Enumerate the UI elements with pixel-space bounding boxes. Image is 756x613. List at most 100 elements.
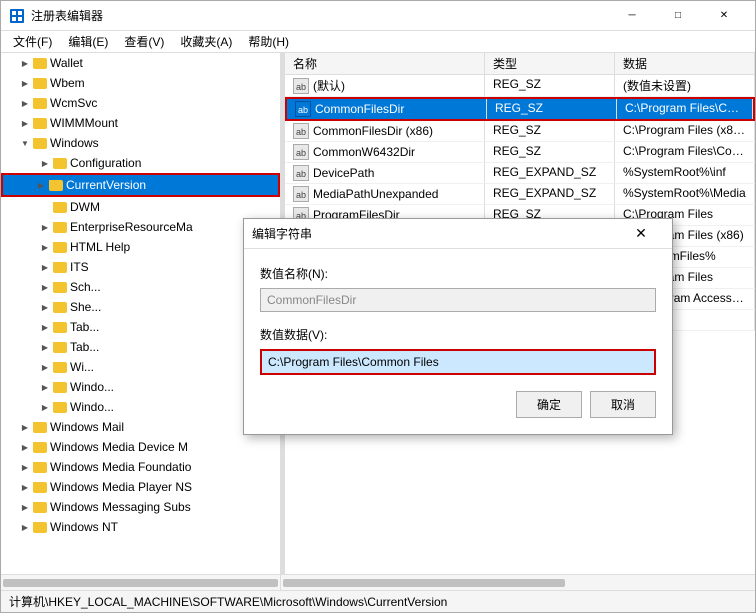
- titlebar: 注册表编辑器 ─ □ ✕: [1, 1, 755, 31]
- registry-tree[interactable]: ▶ Wallet ▶ Wbem ▶ WcmSvc ▶: [1, 53, 281, 574]
- tree-item-windows-messaging[interactable]: ▶ Windows Messaging Subs: [1, 497, 280, 517]
- tree-item-windows-nt[interactable]: ▶ Windows NT: [1, 517, 280, 537]
- expand-icon: ▶: [37, 239, 53, 255]
- tree-label-currentversion: CurrentVersion: [66, 178, 146, 192]
- dialog-close-button[interactable]: ✕: [618, 219, 664, 249]
- reg-type-icon: ab: [293, 165, 309, 181]
- tree-item-wallet[interactable]: ▶ Wallet: [1, 53, 280, 73]
- minimize-button[interactable]: ─: [609, 1, 655, 31]
- folder-icon: [33, 98, 47, 109]
- tree-item-currentversion[interactable]: ▶ CurrentVersion: [1, 173, 280, 197]
- tree-item-configuration[interactable]: ▶ Configuration: [1, 153, 280, 173]
- cell-data: C:\Program Files\Comm: [617, 99, 753, 119]
- table-row[interactable]: ab MediaPathUnexpanded REG_EXPAND_SZ %Sy…: [285, 184, 755, 205]
- tree-item-wi1[interactable]: ▶ Wi...: [1, 357, 280, 377]
- menu-view[interactable]: 查看(V): [116, 31, 172, 52]
- folder-icon: [33, 462, 47, 473]
- tree-item-windows-mail[interactable]: ▶ Windows Mail: [1, 417, 280, 437]
- cancel-button[interactable]: 取消: [590, 391, 656, 418]
- table-row[interactable]: ab CommonW6432Dir REG_SZ C:\Program File…: [285, 142, 755, 163]
- tree-item-dwm[interactable]: DWM: [1, 197, 280, 217]
- tree-item-tab2[interactable]: ▶ Tab...: [1, 337, 280, 357]
- left-scrollbar[interactable]: [1, 575, 281, 590]
- tree-label-windows-media-foundation: Windows Media Foundatio: [50, 460, 191, 474]
- tree-item-windows-media-player[interactable]: ▶ Windows Media Player NS: [1, 477, 280, 497]
- expand-icon: ▶: [17, 499, 33, 515]
- expand-icon: ▶: [33, 177, 49, 193]
- expand-icon: ▶: [17, 459, 33, 475]
- name-label: 数值名称(N):: [260, 265, 656, 282]
- tree-item-wcmsvc[interactable]: ▶ WcmSvc: [1, 93, 280, 113]
- expand-icon: ▶: [37, 279, 53, 295]
- expand-icon: ▶: [17, 95, 33, 111]
- expand-icon: ▶: [17, 55, 33, 71]
- statusbar: 计算机\HKEY_LOCAL_MACHINE\SOFTWARE\Microsof…: [1, 590, 755, 612]
- expand-icon: ▶: [37, 155, 53, 171]
- cell-type: REG_EXPAND_SZ: [485, 184, 615, 204]
- folder-icon: [53, 242, 67, 253]
- tree-label-wbem: Wbem: [50, 76, 85, 90]
- tree-label-wimmount: WIMMMount: [50, 116, 118, 130]
- cell-name: ab CommonFilesDir: [287, 99, 487, 119]
- folder-icon: [33, 138, 47, 149]
- name-input[interactable]: [260, 288, 656, 312]
- tree-item-its[interactable]: ▶ ITS: [1, 257, 280, 277]
- reg-type-icon: ab: [295, 101, 311, 117]
- ok-button[interactable]: 确定: [516, 391, 582, 418]
- cell-type: REG_SZ: [485, 75, 615, 96]
- scrollbar-thumb[interactable]: [3, 579, 278, 587]
- tree-label-wcmsvc: WcmSvc: [50, 96, 97, 110]
- menu-file[interactable]: 文件(F): [5, 31, 60, 52]
- folder-icon: [53, 362, 67, 373]
- header-name: 名称: [285, 53, 485, 74]
- table-row[interactable]: ab DevicePath REG_EXPAND_SZ %SystemRoot%…: [285, 163, 755, 184]
- tree-item-htmlhelp[interactable]: ▶ HTML Help: [1, 237, 280, 257]
- tree-item-she[interactable]: ▶ She...: [1, 297, 280, 317]
- table-row[interactable]: ab CommonFilesDir (x86) REG_SZ C:\Progra…: [285, 121, 755, 142]
- tree-item-windo2[interactable]: ▶ Windo...: [1, 397, 280, 417]
- tree-item-windows-media-foundation[interactable]: ▶ Windows Media Foundatio: [1, 457, 280, 477]
- table-header: 名称 类型 数据: [285, 53, 755, 75]
- close-button[interactable]: ✕: [701, 1, 747, 31]
- folder-icon: [33, 422, 47, 433]
- dialog-title: 编辑字符串: [252, 225, 618, 242]
- tree-item-enterprise[interactable]: ▶ EnterpriseResourceMa: [1, 217, 280, 237]
- folder-icon: [53, 222, 67, 233]
- tree-item-windows[interactable]: ▼ Windows: [1, 133, 280, 153]
- menu-favorites[interactable]: 收藏夹(A): [172, 31, 240, 52]
- tree-item-sch[interactable]: ▶ Sch...: [1, 277, 280, 297]
- tree-label-htmlhelp: HTML Help: [70, 240, 130, 254]
- data-input[interactable]: [260, 349, 656, 375]
- maximize-button[interactable]: □: [655, 1, 701, 31]
- expand-icon: ▶: [37, 359, 53, 375]
- tree-item-windo1[interactable]: ▶ Windo...: [1, 377, 280, 397]
- tree-item-wimmount[interactable]: ▶ WIMMMount: [1, 113, 280, 133]
- cell-name: ab (默认): [285, 75, 485, 96]
- right-scrollbar[interactable]: [281, 575, 755, 590]
- tree-label-wallet: Wallet: [50, 56, 83, 70]
- folder-icon: [53, 342, 67, 353]
- tree-item-wbem[interactable]: ▶ Wbem: [1, 73, 280, 93]
- cell-name: ab MediaPathUnexpanded: [285, 184, 485, 204]
- edit-string-dialog: 编辑字符串 ✕ 数值名称(N): 数值数据(V): 确定 取消: [243, 218, 673, 435]
- menu-edit[interactable]: 编辑(E): [60, 31, 116, 52]
- tree-label-windo1: Windo...: [70, 380, 114, 394]
- tree-item-windows-media-device[interactable]: ▶ Windows Media Device M: [1, 437, 280, 457]
- menu-help[interactable]: 帮助(H): [240, 31, 297, 52]
- tree-item-tab1[interactable]: ▶ Tab...: [1, 317, 280, 337]
- cell-type: REG_SZ: [487, 99, 617, 119]
- folder-icon: [33, 442, 47, 453]
- tree-label-windows-media-player: Windows Media Player NS: [50, 480, 192, 494]
- tree-label-she: She...: [70, 300, 101, 314]
- expand-icon: ▶: [17, 479, 33, 495]
- table-row[interactable]: ab CommonFilesDir REG_SZ C:\Program File…: [285, 97, 755, 121]
- menubar: 文件(F) 编辑(E) 查看(V) 收藏夹(A) 帮助(H): [1, 31, 755, 53]
- scrollbar-thumb-right[interactable]: [283, 579, 565, 587]
- tree-label-windows-media-device: Windows Media Device M: [50, 440, 188, 454]
- cell-data: %SystemRoot%\inf: [615, 163, 755, 183]
- expand-icon: ▶: [17, 115, 33, 131]
- dialog-buttons: 确定 取消: [260, 391, 656, 418]
- tree-label-windo2: Windo...: [70, 400, 114, 414]
- table-row[interactable]: ab (默认) REG_SZ (数值未设置): [285, 75, 755, 97]
- dialog-body: 数值名称(N): 数值数据(V): 确定 取消: [244, 249, 672, 434]
